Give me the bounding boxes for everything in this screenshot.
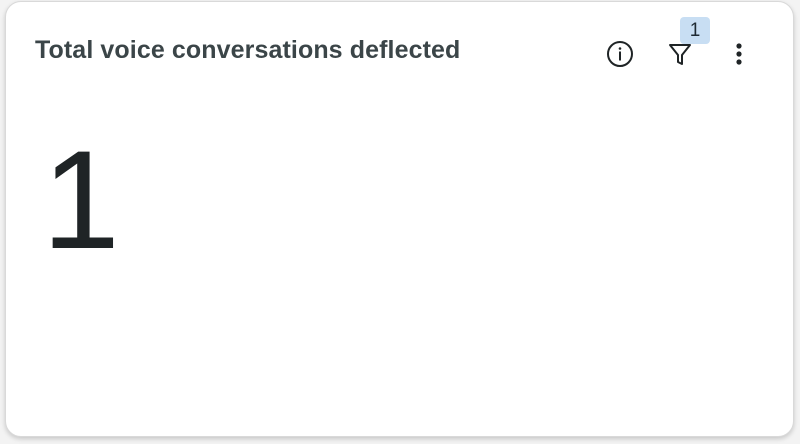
filter-count-badge: 1 <box>680 17 710 44</box>
card-title: Total voice conversations deflected <box>35 36 461 64</box>
metric-card: Total voice conversations deflected 1 1 <box>5 1 794 437</box>
info-button[interactable] <box>602 36 638 72</box>
more-options-button[interactable] <box>721 36 757 72</box>
info-icon <box>607 41 633 67</box>
metric-value: 1 <box>42 121 120 278</box>
vertical-ellipsis-icon <box>736 43 742 65</box>
